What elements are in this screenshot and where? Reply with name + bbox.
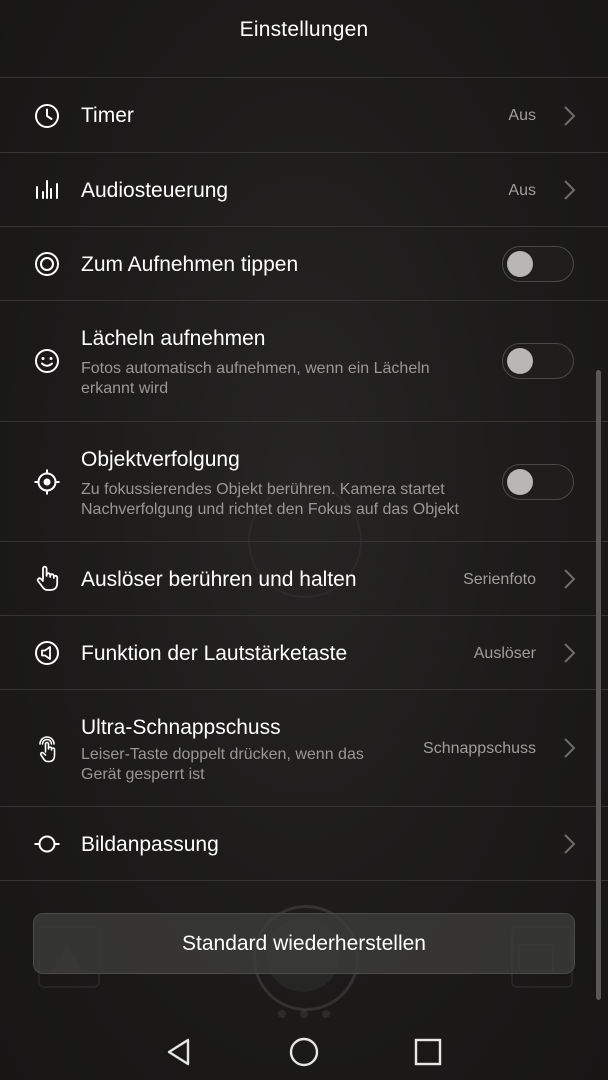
chevron-right-icon (563, 105, 577, 127)
smile-capture-toggle[interactable] (502, 343, 574, 379)
setting-row-touch-hold-shutter[interactable]: Auslöser berühren und halten Serienfoto (0, 542, 608, 616)
camera-settings-screen: Einstellungen Timer Aus Audiosteuerung A… (0, 0, 608, 1080)
setting-row-object-tracking: Objektverfolgung Zu fokussierendes Objek… (0, 422, 608, 542)
setting-title: Objektverfolgung (81, 448, 240, 471)
object-tracking-toggle[interactable] (502, 464, 574, 500)
setting-row-timer[interactable]: Timer Aus (0, 78, 608, 153)
setting-title: Ultra-Schnappschuss (81, 716, 281, 739)
setting-title: Bildanpassung (81, 833, 219, 856)
setting-value: Auslöser (473, 645, 536, 662)
speaker-icon (33, 639, 61, 667)
setting-title: Auslöser berühren und halten (81, 568, 357, 591)
chevron-right-icon (563, 737, 577, 759)
tap-to-capture-toggle[interactable] (502, 246, 574, 282)
setting-row-audio-control[interactable]: Audiosteuerung Aus (0, 153, 608, 227)
scrollbar[interactable] (596, 370, 601, 1000)
setting-title: Audiosteuerung (81, 179, 229, 202)
app-header: Einstellungen (0, 0, 608, 60)
restore-defaults-button[interactable]: Standard wiederherstellen (33, 913, 575, 974)
setting-value: Serienfoto (463, 571, 536, 588)
crosshair-icon (33, 468, 61, 496)
setting-description: Zu fokussierendes Objekt berühren. Kamer… (81, 481, 459, 518)
toggle-knob (507, 348, 533, 374)
toggle-knob (507, 251, 533, 277)
recents-square-icon[interactable] (412, 1036, 444, 1068)
touch-hand-icon (33, 564, 61, 592)
toggle-knob (507, 469, 533, 495)
setting-title: Zum Aufnehmen tippen (81, 253, 299, 276)
page-title: Einstellungen (239, 18, 369, 41)
double-tap-hand-icon (33, 735, 61, 763)
setting-row-image-adjustment[interactable]: Bildanpassung (0, 807, 608, 881)
clock-icon (33, 102, 61, 130)
adjust-slider-icon (33, 830, 61, 858)
audio-bars-icon (33, 176, 61, 204)
smiley-icon (33, 347, 61, 375)
home-circle-icon[interactable] (288, 1036, 320, 1068)
setting-value: Schnappschuss (423, 740, 536, 757)
setting-title: Timer (81, 104, 134, 127)
setting-row-volume-key-function[interactable]: Funktion der Lautstärketaste Auslöser (0, 616, 608, 690)
setting-description: Fotos automatisch aufnehmen, wenn ein Lä… (81, 360, 430, 397)
system-navigation-bar (0, 1024, 608, 1080)
setting-value: Aus (508, 182, 536, 199)
setting-title: Lächeln aufnehmen (81, 327, 266, 350)
chevron-right-icon (563, 179, 577, 201)
setting-value: Aus (508, 107, 536, 124)
setting-row-ultra-snapshot[interactable]: Ultra-Schnappschuss Leiser-Taste doppelt… (0, 690, 608, 807)
back-triangle-icon[interactable] (164, 1036, 196, 1068)
setting-description: Leiser-Taste doppelt drücken, wenn das G… (81, 746, 364, 783)
chevron-right-icon (563, 568, 577, 590)
chevron-right-icon (563, 642, 577, 664)
setting-row-smile-capture: Lächeln aufnehmen Fotos automatisch aufn… (0, 301, 608, 422)
page-indicator (278, 1010, 330, 1020)
target-circle-icon (33, 250, 61, 278)
settings-list: Timer Aus Audiosteuerung Aus Zum Aufnehm… (0, 78, 608, 881)
setting-title: Funktion der Lautstärketaste (81, 642, 348, 665)
chevron-right-icon (563, 833, 577, 855)
setting-row-tap-to-capture: Zum Aufnehmen tippen (0, 227, 608, 301)
